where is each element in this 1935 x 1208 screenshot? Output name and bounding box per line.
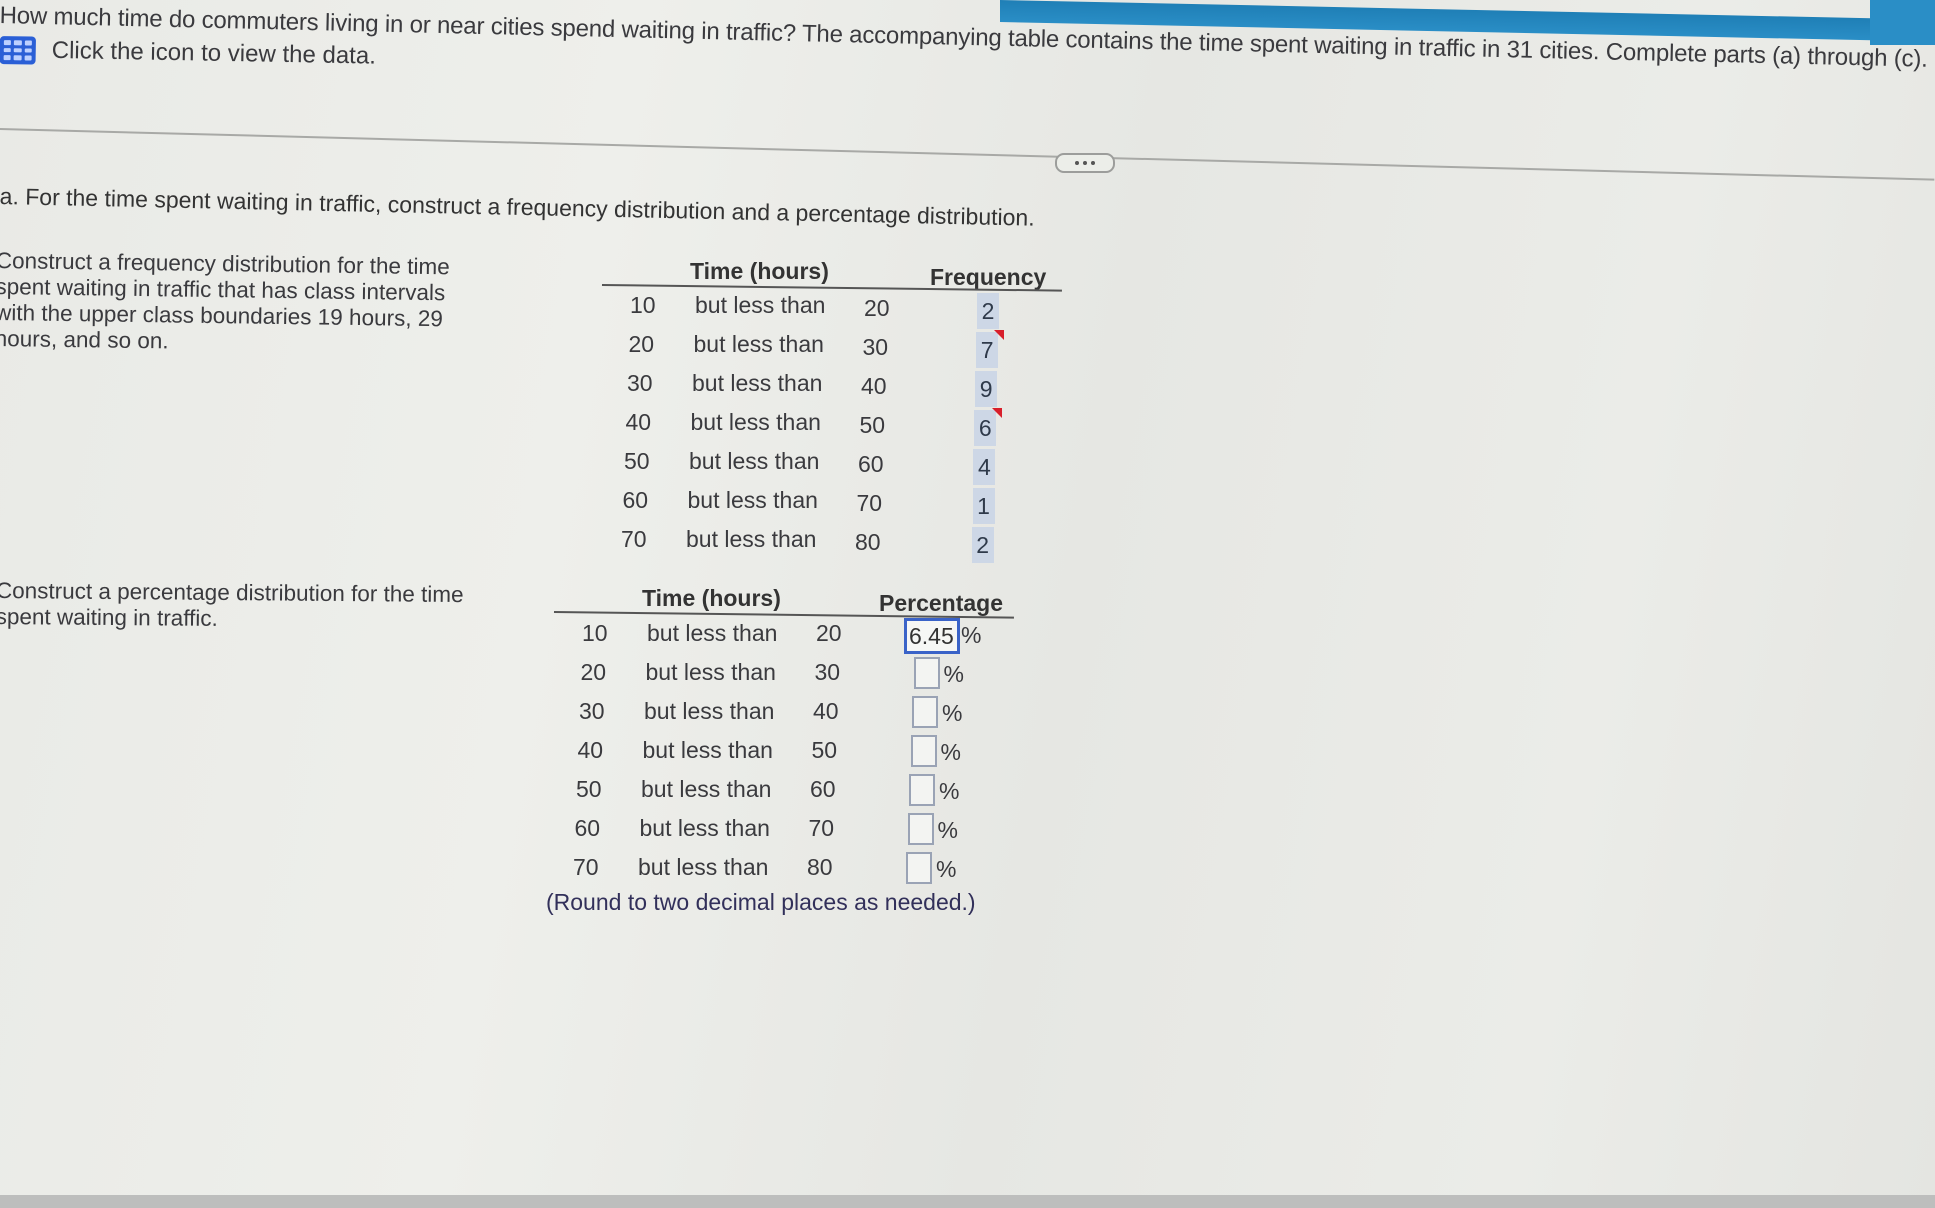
class-upper-bound: 40 bbox=[813, 698, 839, 724]
class-lower-bound: 20 bbox=[580, 659, 607, 685]
frequency-cell[interactable]: 2 bbox=[971, 527, 994, 563]
percentage-col-value: Percentage bbox=[879, 590, 1004, 616]
section-divider bbox=[0, 128, 1935, 181]
class-lower-bound: 60 bbox=[574, 815, 601, 841]
frequency-value: 6 bbox=[978, 415, 992, 441]
class-connector: but less than bbox=[641, 776, 772, 802]
class-connector: but less than bbox=[686, 526, 817, 552]
class-upper-bound: 50 bbox=[859, 412, 886, 438]
frequency-cell[interactable]: 1 bbox=[972, 488, 995, 524]
class-connector: but less than bbox=[687, 487, 818, 513]
bottom-band bbox=[0, 1195, 1935, 1208]
frequency-cell[interactable]: 2 bbox=[977, 293, 999, 329]
percent-sign: % bbox=[940, 739, 961, 765]
class-lower-bound: 70 bbox=[573, 854, 599, 880]
class-connector: but less than bbox=[690, 409, 821, 435]
class-lower-bound: 20 bbox=[628, 331, 655, 357]
percentage-input[interactable] bbox=[913, 657, 940, 689]
part-a-prompt: a. For the time spent waiting in traffic… bbox=[0, 183, 1035, 231]
class-lower-bound: 70 bbox=[621, 526, 647, 552]
percent-sign: % bbox=[937, 817, 958, 843]
frequency-value: 4 bbox=[977, 454, 991, 480]
class-upper-bound: 80 bbox=[855, 529, 881, 555]
class-upper-bound: 40 bbox=[861, 373, 887, 399]
percent-sign: % bbox=[942, 700, 963, 726]
class-connector: but less than bbox=[647, 620, 778, 646]
frequency-value: 9 bbox=[979, 376, 993, 402]
class-connector: but less than bbox=[645, 659, 776, 685]
class-lower-bound: 10 bbox=[582, 620, 608, 646]
class-connector: but less than bbox=[693, 331, 824, 357]
class-lower-bound: 40 bbox=[577, 737, 604, 763]
frequency-cell[interactable]: 7 bbox=[976, 330, 1005, 368]
more-options-button[interactable] bbox=[1055, 153, 1115, 173]
frequency-cell[interactable]: 4 bbox=[973, 449, 996, 485]
class-lower-bound: 40 bbox=[625, 409, 652, 435]
class-lower-bound: 10 bbox=[630, 292, 656, 318]
class-upper-bound: 70 bbox=[856, 490, 883, 516]
frequency-col-value: Frequency bbox=[930, 264, 1047, 290]
class-upper-bound: 70 bbox=[808, 815, 835, 841]
class-upper-bound: 20 bbox=[864, 295, 890, 321]
percent-sign: % bbox=[943, 661, 964, 687]
percentage-input[interactable] bbox=[909, 774, 935, 806]
percent-sign: % bbox=[936, 856, 957, 882]
percentage-input[interactable] bbox=[912, 696, 938, 728]
frequency-value: 7 bbox=[980, 337, 994, 363]
view-data-link[interactable]: Click the icon to view the data. bbox=[0, 36, 376, 71]
incorrect-flag-icon bbox=[992, 408, 1003, 418]
percentage-input[interactable] bbox=[904, 618, 960, 654]
class-upper-bound: 80 bbox=[807, 854, 833, 880]
class-upper-bound: 20 bbox=[816, 620, 842, 646]
top-band-corner bbox=[1870, 0, 1935, 45]
incorrect-flag-icon bbox=[994, 330, 1005, 340]
class-upper-bound: 30 bbox=[814, 659, 841, 685]
class-upper-bound: 50 bbox=[811, 737, 838, 763]
class-connector: but less than bbox=[692, 370, 823, 396]
class-upper-bound: 30 bbox=[862, 334, 889, 360]
frequency-cell[interactable]: 6 bbox=[974, 408, 1003, 446]
class-lower-bound: 50 bbox=[624, 448, 650, 474]
class-connector: but less than bbox=[638, 854, 769, 880]
table-grid-icon[interactable] bbox=[0, 36, 36, 65]
class-upper-bound: 60 bbox=[858, 451, 884, 477]
percent-sign: % bbox=[961, 622, 982, 648]
frequency-value: 2 bbox=[976, 532, 989, 558]
frequency-col-time: Time (hours) bbox=[690, 258, 829, 284]
rounding-note: (Round to two decimal places as needed.) bbox=[546, 889, 976, 915]
frequency-value: 2 bbox=[981, 298, 995, 324]
class-lower-bound: 30 bbox=[627, 370, 653, 396]
class-connector: but less than bbox=[642, 737, 773, 763]
class-lower-bound: 60 bbox=[622, 487, 649, 513]
percentage-instructions: Construct a percentage distribution for … bbox=[0, 578, 464, 631]
class-connector: but less than bbox=[639, 815, 770, 841]
percentage-input[interactable] bbox=[910, 735, 937, 767]
percentage-input[interactable] bbox=[906, 852, 932, 884]
frequency-value: 1 bbox=[977, 493, 990, 519]
percent-sign: % bbox=[939, 778, 960, 804]
view-data-text: Click the icon to view the data. bbox=[51, 36, 377, 70]
percentage-input[interactable] bbox=[907, 813, 934, 845]
class-connector: but less than bbox=[695, 292, 826, 318]
frequency-instructions: Construct a frequency distribution for t… bbox=[0, 248, 450, 354]
ellipsis-icon bbox=[1075, 161, 1079, 165]
class-connector: but less than bbox=[644, 698, 775, 724]
class-upper-bound: 60 bbox=[810, 776, 836, 802]
class-lower-bound: 50 bbox=[576, 776, 602, 802]
frequency-cell[interactable]: 9 bbox=[975, 371, 998, 407]
class-connector: but less than bbox=[689, 448, 820, 474]
class-lower-bound: 30 bbox=[579, 698, 605, 724]
percentage-col-time: Time (hours) bbox=[642, 585, 781, 611]
